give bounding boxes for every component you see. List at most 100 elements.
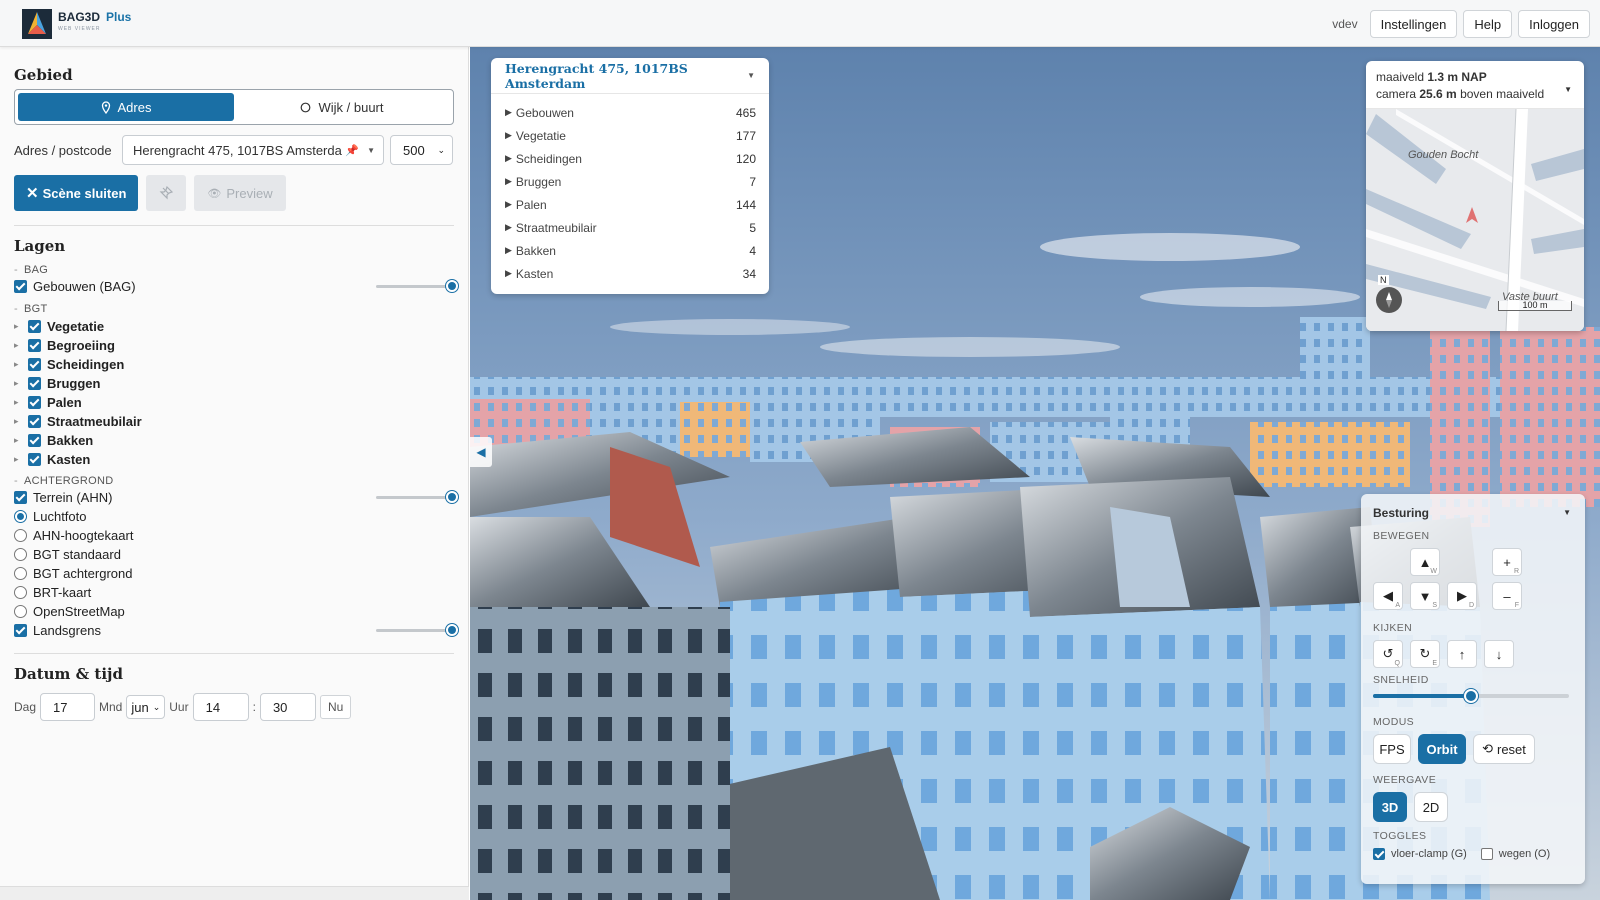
checkbox[interactable] (28, 376, 41, 390)
radio[interactable] (14, 547, 27, 561)
bg-option[interactable]: Luchtfoto (14, 507, 454, 525)
checkbox[interactable] (28, 395, 41, 409)
stats-title[interactable]: Herengracht 475, 1017BS Amsterdam ▼ (491, 58, 769, 94)
layer-border[interactable]: Landsgrens (14, 621, 458, 639)
chevron-down-icon[interactable]: ▼ (1563, 508, 1571, 517)
now-button[interactable]: Nu (319, 695, 352, 719)
zoom-in-button[interactable]: + R (1492, 548, 1522, 576)
checkbox[interactable] (28, 338, 41, 352)
checkbox[interactable] (28, 433, 41, 447)
checkbox[interactable] (14, 623, 27, 637)
stat-row[interactable]: ▶ Kasten 34 (505, 262, 756, 285)
layer-bag-buildings[interactable]: Gebouwen (BAG) (14, 277, 458, 295)
view-3d-button[interactable]: 3D (1373, 792, 1407, 822)
radius-select[interactable]: 500 ⌄ (390, 135, 453, 165)
radio[interactable] (14, 509, 27, 523)
mode-fps-button[interactable]: FPS (1373, 734, 1411, 764)
minute-input[interactable]: 30 (259, 693, 316, 721)
checkbox[interactable] (14, 490, 27, 504)
zoom-out-button[interactable]: – F (1492, 582, 1522, 610)
month-select[interactable]: jun ⌄ (126, 695, 166, 719)
expand-icon[interactable]: ▸ (14, 359, 28, 370)
expand-icon[interactable]: ▸ (14, 435, 28, 446)
mode-orbit-button[interactable]: Orbit (1418, 734, 1466, 764)
roads-checkbox[interactable] (1480, 848, 1493, 860)
hour-input[interactable]: 14 (192, 693, 249, 721)
radio[interactable] (14, 585, 27, 599)
radio[interactable] (14, 604, 27, 618)
collapse-panel-button[interactable]: ◀ (470, 437, 492, 467)
opacity-slider-border[interactable] (376, 624, 458, 636)
layer-terrain[interactable]: Terrein (AHN) (14, 488, 458, 506)
expand-icon[interactable]: ▸ (14, 321, 28, 332)
bg-option[interactable]: BGT standaard (14, 545, 454, 563)
stat-row[interactable]: ▶ Scheidingen 120 (505, 147, 756, 170)
radio[interactable] (14, 566, 27, 580)
help-button[interactable]: Help (1463, 10, 1513, 38)
expand-icon[interactable]: ▸ (14, 416, 28, 427)
login-button[interactable]: Inloggen (1518, 10, 1590, 38)
stat-row[interactable]: ▶ Gebouwen 465 (505, 101, 756, 124)
slider-knob[interactable] (446, 280, 458, 292)
group-bag[interactable]: BAG (14, 264, 48, 276)
checkbox[interactable] (28, 319, 41, 333)
rotate-right-button[interactable]: ↻ E (1410, 640, 1440, 668)
stat-row[interactable]: ▶ Bruggen 7 (505, 170, 756, 193)
checkbox[interactable] (28, 357, 41, 371)
bg-option[interactable]: BRT-kaart (14, 583, 454, 601)
minimap-header[interactable]: maaiveld 1.3 m NAP camera 25.6 m boven m… (1366, 61, 1584, 109)
view-2d-button[interactable]: 2D (1414, 792, 1448, 822)
tab-address[interactable]: Adres (18, 93, 234, 121)
reset-view-button[interactable]: ⟲ reset (1473, 734, 1535, 764)
settings-button[interactable]: Instellingen (1369, 10, 1458, 38)
bg-option[interactable]: OpenStreetMap (14, 602, 454, 620)
rotate-left-button[interactable]: ↺ Q (1373, 640, 1403, 668)
checkbox[interactable] (14, 279, 27, 293)
stat-row[interactable]: ▶ Vegetatie 177 (505, 124, 756, 147)
panel-scrollbar[interactable] (0, 886, 469, 900)
group-background[interactable]: ACHTERGROND (14, 475, 113, 487)
slider-knob[interactable] (1464, 689, 1478, 703)
slider-knob[interactable] (446, 624, 458, 636)
layer-bgt-item[interactable]: ▸ Scheidingen (14, 355, 454, 373)
move-back-button[interactable]: ▼ S (1410, 582, 1440, 610)
chevron-down-icon[interactable]: ▼ (747, 71, 755, 80)
bg-option[interactable]: AHN-hoogtekaart (14, 526, 454, 544)
address-input[interactable]: Herengracht 475, 1017BS Amsterda 📌 ▼ (122, 135, 384, 165)
tab-district[interactable]: Wijk / buurt (234, 93, 450, 121)
stat-row[interactable]: ▶ Palen 144 (505, 193, 756, 216)
layer-bgt-item[interactable]: ▸ Palen (14, 393, 454, 411)
move-left-button[interactable]: ◀ A (1373, 582, 1403, 610)
stat-row[interactable]: ▶ Bakken 4 (505, 239, 756, 262)
tilt-down-button[interactable]: ↓ (1484, 640, 1514, 668)
move-forward-button[interactable]: ▲ W (1410, 548, 1440, 576)
checkbox[interactable] (28, 452, 41, 466)
expand-icon[interactable]: ▸ (14, 397, 28, 408)
expand-icon[interactable]: ▸ (14, 454, 28, 465)
compass-icon[interactable] (1376, 287, 1402, 313)
expand-icon[interactable]: ▸ (14, 378, 28, 389)
pushpin-icon[interactable]: 📌 (345, 144, 359, 157)
layer-bgt-item[interactable]: ▸ Bakken (14, 431, 454, 449)
pin-off-button[interactable] (146, 175, 187, 211)
bg-option[interactable]: BGT achtergrond (14, 564, 454, 582)
checkbox[interactable] (28, 414, 41, 428)
slider-knob[interactable] (446, 491, 458, 503)
layer-bgt-item[interactable]: ▸ Bruggen (14, 374, 454, 392)
layer-bgt-item[interactable]: ▸ Begroeiing (14, 336, 454, 354)
app-logo[interactable]: BAG3D Plus WEB VIEWER (22, 9, 131, 39)
close-scene-button[interactable]: ✕ Scène sluiten (14, 175, 139, 211)
preview-button[interactable]: 👁 Preview (194, 175, 286, 211)
opacity-slider-terrain[interactable] (376, 491, 458, 503)
radio[interactable] (14, 528, 27, 542)
tilt-up-button[interactable]: ↑ (1447, 640, 1477, 668)
move-right-button[interactable]: ▶ D (1447, 582, 1477, 610)
chevron-down-icon[interactable]: ▼ (1564, 81, 1572, 98)
layer-bgt-item[interactable]: ▸ Kasten (14, 450, 454, 468)
layer-bgt-item[interactable]: ▸ Straatmeubilair (14, 412, 454, 430)
speed-slider[interactable] (1373, 689, 1569, 703)
expand-icon[interactable]: ▸ (14, 340, 28, 351)
minimap-map[interactable]: Gouden Bocht Vaste buurt N 100 m (1366, 109, 1584, 331)
day-input[interactable]: 17 (40, 693, 96, 721)
layer-bgt-item[interactable]: ▸ Vegetatie (14, 317, 454, 335)
